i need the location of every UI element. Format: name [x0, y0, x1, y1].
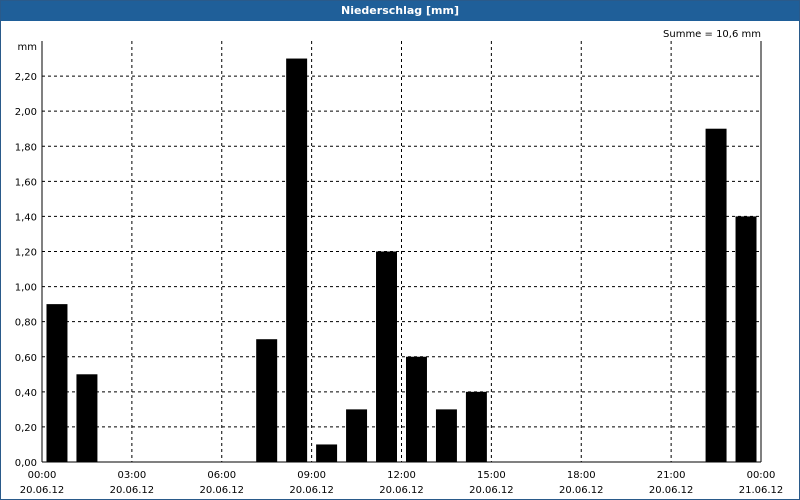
bar	[705, 128, 727, 462]
y-tick-label: 0,60	[15, 353, 37, 364]
chart-window: Niederschlag [mm] 0,00 0,20 0,40 0,60 0,80 1,…	[0, 0, 800, 500]
x-tick-date: 20.06.12	[199, 485, 244, 496]
y-tick-label: 0,20	[15, 423, 37, 434]
chart-title: Niederschlag [mm]	[1, 1, 799, 21]
precipitation-chart: 0,00 0,20 0,40 0,60 0,80 1,00 1,20 1,40 1,60 1,80…	[15, 29, 784, 496]
x-tick-time: 00:00	[28, 470, 57, 481]
y-tick-label: 1,20	[15, 248, 37, 259]
y-tick-label: 1,40	[15, 212, 37, 223]
bar	[435, 409, 457, 462]
x-tick-time: 06:00	[207, 470, 236, 481]
bar	[735, 216, 757, 462]
y-tick-label: 2,20	[15, 72, 37, 83]
bar	[256, 339, 278, 462]
y-tick-label: 1,80	[15, 142, 37, 153]
sum-annotation: Summe = 10,6 mm	[663, 29, 761, 40]
x-tick-time: 03:00	[117, 470, 146, 481]
y-tick-label: 0,80	[15, 318, 37, 329]
x-tick-date: 21.06.12	[739, 485, 784, 496]
x-tick-date: 20.06.12	[469, 485, 514, 496]
bar	[76, 374, 98, 462]
y-tick-label: 0,00	[15, 458, 37, 469]
x-tick-time: 15:00	[477, 470, 506, 481]
x-tick-date: 20.06.12	[379, 485, 424, 496]
x-tick-date: 20.06.12	[110, 485, 155, 496]
x-tick-time: 12:00	[387, 470, 416, 481]
x-tick-time: 09:00	[297, 470, 326, 481]
bar	[376, 251, 398, 462]
bar	[465, 391, 487, 462]
bar	[46, 304, 68, 462]
y-tick-label: 2,00	[15, 107, 37, 118]
x-tick-time: 21:00	[657, 470, 686, 481]
y-axis-label: mm	[18, 42, 37, 53]
x-tick-date: 20.06.12	[289, 485, 334, 496]
x-tick-time: 00:00	[747, 470, 776, 481]
bar	[405, 356, 427, 462]
bar	[346, 409, 368, 462]
x-tick-date: 20.06.12	[649, 485, 694, 496]
x-tick-date: 20.06.12	[20, 485, 65, 496]
bar	[286, 58, 308, 463]
y-tick-label: 0,40	[15, 388, 37, 399]
y-tick-label: 1,60	[15, 177, 37, 188]
x-tick-date: 20.06.12	[559, 485, 604, 496]
bar	[316, 444, 338, 462]
y-tick-label: 1,00	[15, 283, 37, 294]
x-tick-time: 18:00	[567, 470, 596, 481]
